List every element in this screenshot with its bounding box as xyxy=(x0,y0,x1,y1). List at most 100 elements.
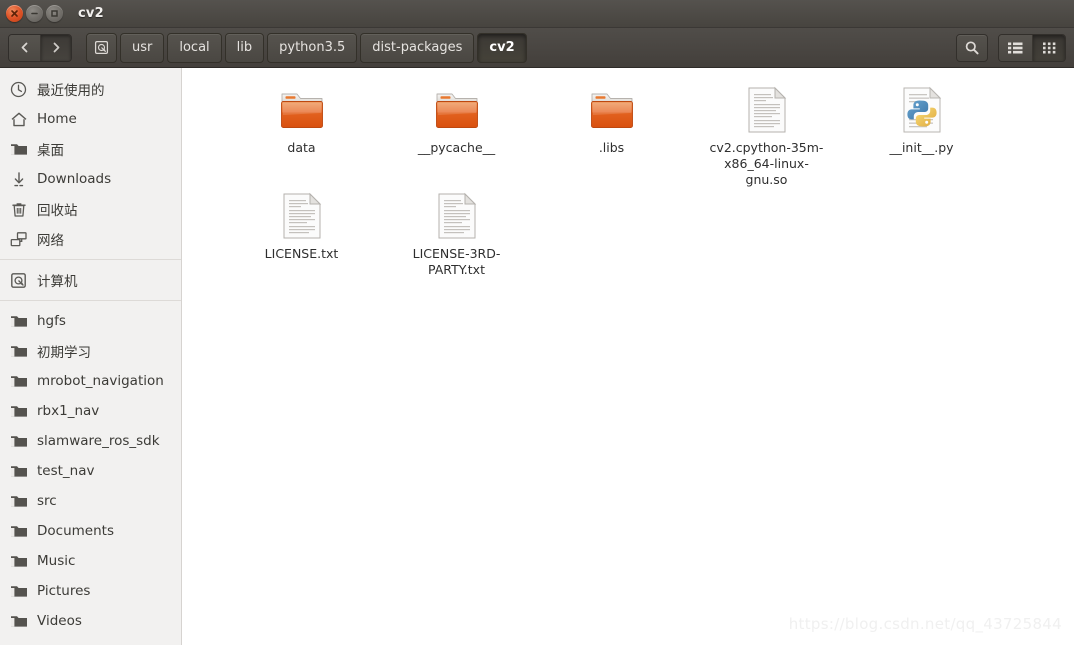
grid-view-icon xyxy=(1042,42,1055,53)
chevron-left-icon xyxy=(21,42,28,53)
view-toggle-group xyxy=(998,33,1066,62)
sidebar-item-Videos[interactable]: Videos xyxy=(0,606,181,636)
file-label: __init__.py xyxy=(889,140,954,155)
folder-icon xyxy=(588,86,636,134)
chevron-right-icon xyxy=(53,42,59,53)
sidebar-item-label: slamware_ros_sdk xyxy=(37,433,160,449)
breadcrumb-label: python3.5 xyxy=(279,40,346,55)
folder-icon xyxy=(433,86,481,134)
sidebar-item-test_nav[interactable]: test_nav xyxy=(0,456,181,486)
sidebar-item-计算机[interactable]: 计算机 xyxy=(0,265,181,295)
close-window-button[interactable] xyxy=(6,5,23,22)
sidebar-item-mrobot_navigation[interactable]: mrobot_navigation xyxy=(0,366,181,396)
trash-icon xyxy=(9,200,28,219)
breadcrumb-item-cv2[interactable]: cv2 xyxy=(477,32,527,63)
search-icon xyxy=(965,40,979,54)
breadcrumb-label: usr xyxy=(132,40,153,55)
folder-icon xyxy=(9,372,28,391)
search-button[interactable] xyxy=(956,33,988,62)
file-label: cv2.cpython-35m-x86_64-linux-gnu.so xyxy=(709,140,824,187)
sidebar-item-label: Documents xyxy=(37,523,114,539)
sidebar-item-label: Home xyxy=(37,111,77,127)
folder-icon xyxy=(9,552,28,571)
maximize-window-button[interactable] xyxy=(46,5,63,22)
maximize-icon xyxy=(51,10,58,17)
sidebar-item-label: hgfs xyxy=(37,313,66,329)
sidebar-item-src[interactable]: src xyxy=(0,486,181,516)
sidebar-item-label: Downloads xyxy=(37,171,112,187)
file-item[interactable]: __pycache__ xyxy=(379,82,534,188)
icon-grid: data __pycache__ .libs cv2.cpython-35m-x86_… xyxy=(182,76,1074,286)
file-item[interactable]: LICENSE.txt xyxy=(224,188,379,286)
sidebar-item-rbx1_nav[interactable]: rbx1_nav xyxy=(0,396,181,426)
folder-icon xyxy=(278,86,326,134)
sidebar-item-label: Music xyxy=(37,553,76,569)
sidebar-item-label: src xyxy=(37,493,57,509)
file-manager-window: cv2 usr local lib python3.5 dist-packages cv2 xyxy=(0,0,1074,645)
window-title: cv2 xyxy=(78,6,104,21)
file-item[interactable]: LICENSE-3RD-PARTY.txt xyxy=(379,188,534,286)
folder-icon xyxy=(9,342,28,361)
file-label: __pycache__ xyxy=(417,140,496,155)
sidebar-item-label: Pictures xyxy=(37,583,91,599)
sidebar-item-label: 网络 xyxy=(37,233,64,249)
sidebar-item-label: 最近使用的 xyxy=(37,83,105,99)
breadcrumb-computer-button[interactable] xyxy=(86,32,117,63)
file-item[interactable]: data xyxy=(224,82,379,188)
file-label: LICENSE.txt xyxy=(264,246,339,261)
sidebar-item-slamware_ros_sdk[interactable]: slamware_ros_sdk xyxy=(0,426,181,456)
folder-icon xyxy=(9,462,28,481)
sidebar-item-网络[interactable]: 网络 xyxy=(0,224,181,254)
sidebar-item-Home[interactable]: Home xyxy=(0,104,181,134)
computer-icon xyxy=(9,271,28,290)
computer-icon xyxy=(94,40,109,55)
sidebar-item-Documents[interactable]: Documents xyxy=(0,516,181,546)
sidebar-item-label: 计算机 xyxy=(37,274,78,290)
sidebar-item-Downloads[interactable]: Downloads xyxy=(0,164,181,194)
breadcrumb-item-local[interactable]: local xyxy=(167,32,222,63)
close-icon xyxy=(11,10,18,17)
sidebar-item-label: 回收站 xyxy=(37,203,78,219)
breadcrumb-label: local xyxy=(179,40,210,55)
watermark-text: https://blog.csdn.net/qq_43725844 xyxy=(788,615,1062,633)
document-file-icon xyxy=(433,192,481,240)
folder-icon xyxy=(9,612,28,631)
breadcrumb-label: dist-packages xyxy=(372,40,463,55)
forward-button[interactable] xyxy=(40,34,71,61)
grid-view-button[interactable] xyxy=(1032,34,1065,61)
sidebar-item-label: rbx1_nav xyxy=(37,403,100,419)
breadcrumb-item-dist-packages[interactable]: dist-packages xyxy=(360,32,475,63)
sidebar-item-label: Videos xyxy=(37,613,82,629)
list-view-icon xyxy=(1008,42,1023,53)
breadcrumb-item-lib[interactable]: lib xyxy=(224,32,265,63)
folder-icon xyxy=(9,312,28,331)
python-file-icon xyxy=(898,86,946,134)
sidebar-item-Pictures[interactable]: Pictures xyxy=(0,576,181,606)
sidebar-item-回收站[interactable]: 回收站 xyxy=(0,194,181,224)
sidebar-item-label: 初期学习 xyxy=(37,345,91,361)
breadcrumb-item-usr[interactable]: usr xyxy=(120,32,165,63)
sidebar-item-最近使用的[interactable]: 最近使用的 xyxy=(0,74,181,104)
document-file-icon xyxy=(278,192,326,240)
file-item[interactable]: __init__.py xyxy=(844,82,999,188)
sidebar-item-桌面[interactable]: 桌面 xyxy=(0,134,181,164)
breadcrumb-item-python3.5[interactable]: python3.5 xyxy=(267,32,358,63)
minimize-window-button[interactable] xyxy=(26,5,43,22)
file-label: data xyxy=(287,140,316,155)
sidebar-item-初期学习[interactable]: 初期学习 xyxy=(0,336,181,366)
folder-icon xyxy=(9,522,28,541)
file-area[interactable]: data __pycache__ .libs cv2.cpython-35m-x86_… xyxy=(182,68,1074,645)
breadcrumb-label: lib xyxy=(236,40,253,55)
folder-icon xyxy=(9,432,28,451)
sidebar-separator xyxy=(0,300,181,301)
minimize-icon xyxy=(31,12,38,15)
file-item[interactable]: cv2.cpython-35m-x86_64-linux-gnu.so xyxy=(689,82,844,188)
sidebar: 最近使用的 Home 桌面 Downloads 回收站网络计算机 hgfs 初期学习 mrob… xyxy=(0,68,182,645)
back-button[interactable] xyxy=(9,34,40,61)
document-file-icon xyxy=(743,86,791,134)
list-view-button[interactable] xyxy=(999,34,1032,61)
sidebar-item-Music[interactable]: Music xyxy=(0,546,181,576)
sidebar-item-hgfs[interactable]: hgfs xyxy=(0,306,181,336)
file-item[interactable]: .libs xyxy=(534,82,689,188)
folder-icon xyxy=(9,582,28,601)
